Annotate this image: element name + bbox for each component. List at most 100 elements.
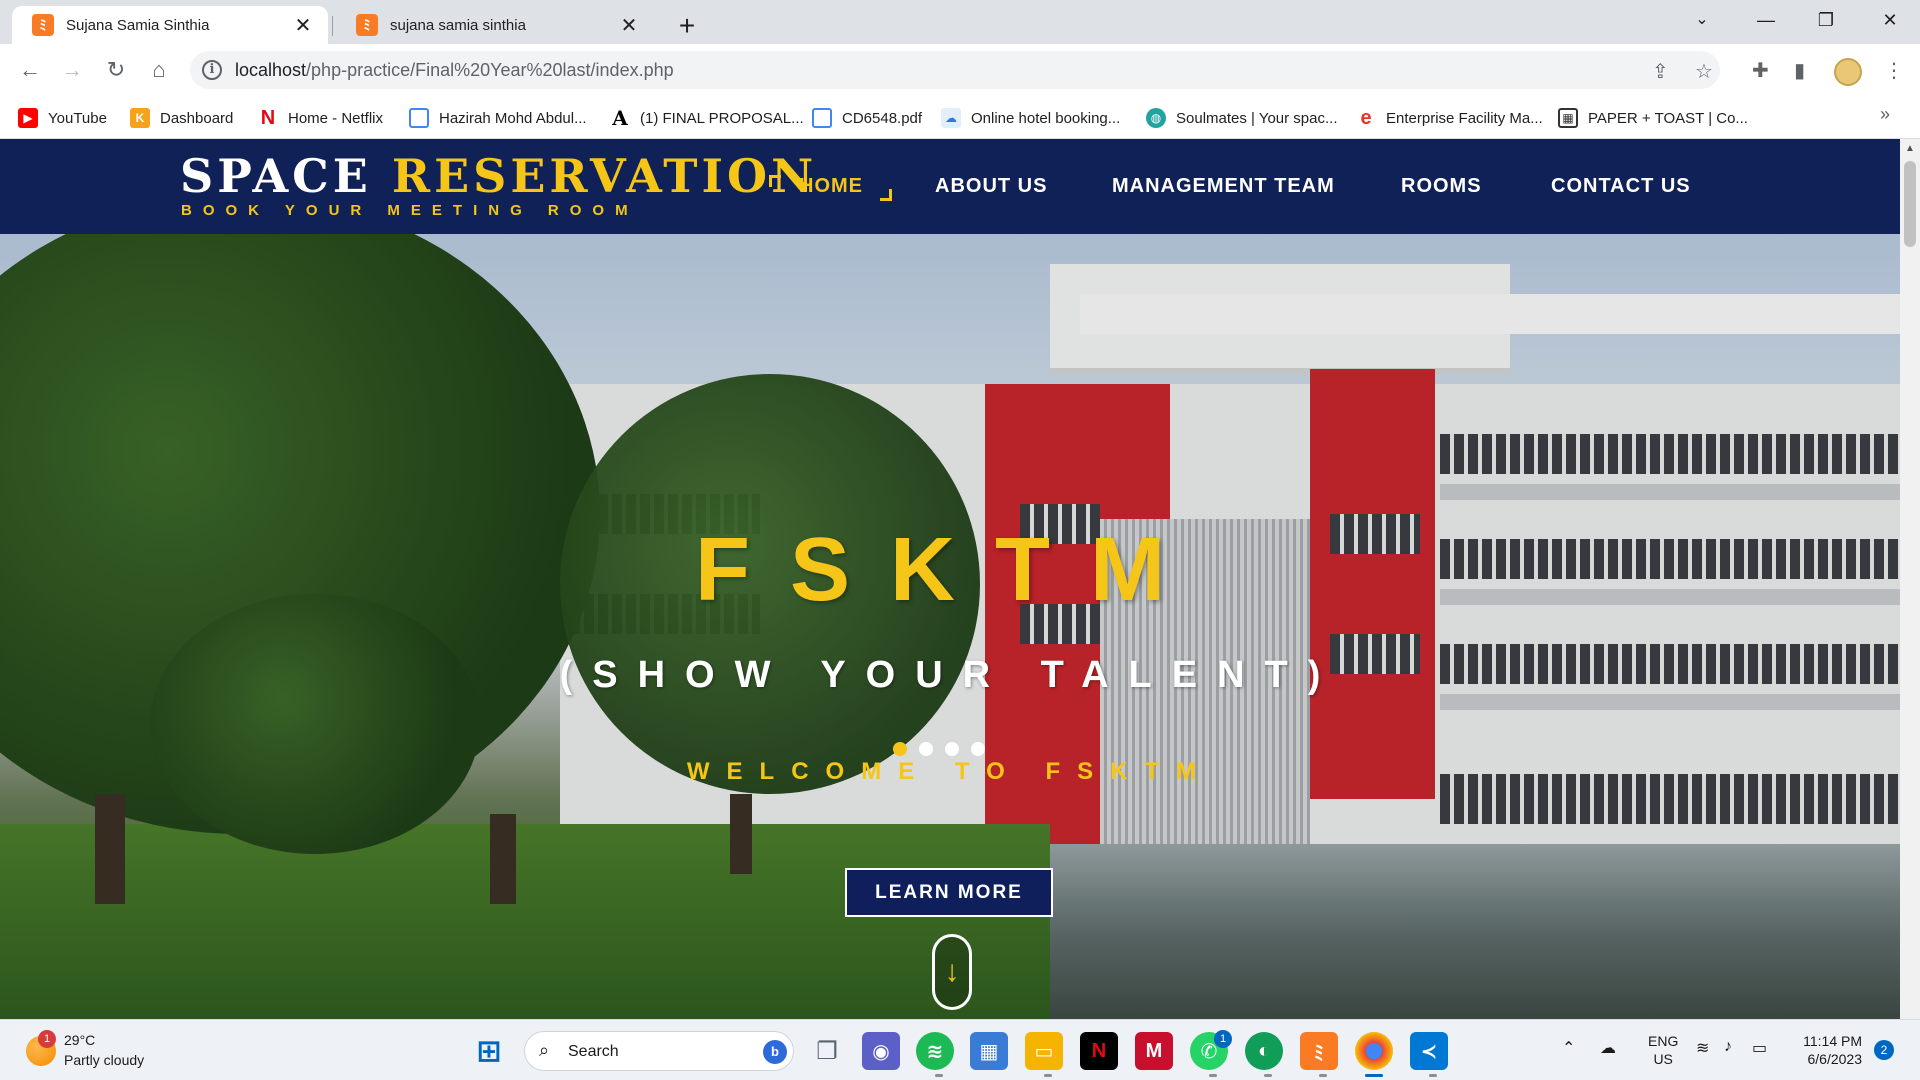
netflix-icon[interactable]: N xyxy=(1080,1032,1118,1070)
a-icon: A xyxy=(612,106,628,130)
weather-condition[interactable]: Partly cloudy xyxy=(64,1052,144,1068)
weather-badge: 1 xyxy=(38,1030,56,1048)
nav-rooms[interactable]: ROOMS xyxy=(1401,175,1482,198)
hero-subtitle: (SHOW YOUR TALENT) xyxy=(559,654,1341,696)
menu-icon[interactable]: ⋮ xyxy=(1884,58,1904,83)
page-viewport: FSKTM (SHOW YOUR TALENT) WELCOME TO FSKT… xyxy=(0,139,1900,1019)
xampp-icon: ﾐ xyxy=(32,14,54,36)
bookmark-hotel-booking[interactable]: ☁ Online hotel booking... xyxy=(941,105,1120,131)
vscode-icon[interactable]: ≺ xyxy=(1410,1032,1448,1070)
grid-icon: ▦ xyxy=(1558,108,1578,128)
tab-title: Sujana Samia Sinthia xyxy=(66,16,210,34)
scroll-up-icon[interactable]: ▲ xyxy=(1905,143,1915,154)
bookmark-cd6548[interactable]: CD6548.pdf xyxy=(812,105,922,131)
bookmark-final-proposal[interactable]: A (1) FINAL PROPOSAL... xyxy=(610,105,803,131)
tab-search-icon[interactable]: ⌄ xyxy=(1672,0,1732,40)
wifi-icon[interactable]: ≋ xyxy=(1696,1038,1709,1058)
carousel-dot[interactable] xyxy=(971,742,985,756)
language-indicator[interactable]: ENG US xyxy=(1648,1032,1678,1068)
bookmark-dashboard[interactable]: K Dashboard xyxy=(130,105,233,131)
bookmark-star-icon[interactable]: ☆ xyxy=(1695,59,1713,84)
doc-icon xyxy=(812,108,832,128)
carousel-dot[interactable] xyxy=(893,742,907,756)
close-window-button[interactable]: ✕ xyxy=(1860,0,1920,40)
nav-home[interactable]: HOME xyxy=(799,175,863,198)
bookmark-soulmates[interactable]: ◍ Soulmates | Your spac... xyxy=(1146,105,1338,131)
youtube-icon: ▶ xyxy=(18,108,38,128)
bookmark-youtube[interactable]: ▶ YouTube xyxy=(18,105,107,131)
search-icon: ⌕ xyxy=(539,1040,550,1060)
hero-title: FSKTM xyxy=(695,520,1205,620)
system-clock[interactable]: 11:14 PM 6/6/2023 xyxy=(1790,1032,1862,1068)
mcafee-icon[interactable]: M xyxy=(1135,1032,1173,1070)
nav-contact-us[interactable]: CONTACT US xyxy=(1551,175,1691,198)
volume-icon[interactable]: ♪ xyxy=(1724,1038,1732,1056)
site-info-icon[interactable]: i xyxy=(202,60,222,80)
doc-icon xyxy=(409,108,429,128)
bookmarks-more-icon[interactable]: » xyxy=(1880,104,1890,125)
carousel-dot[interactable] xyxy=(945,742,959,756)
bookmark-enterprise-facility[interactable]: e Enterprise Facility Ma... xyxy=(1356,105,1542,131)
onedrive-cloud-icon[interactable]: ☁ xyxy=(1600,1038,1616,1058)
netflix-icon: N xyxy=(260,106,276,129)
scroll-down-arrow-icon[interactable]: ↓ xyxy=(932,934,972,1010)
reload-icon[interactable]: ↻ xyxy=(100,54,132,86)
tab-inactive[interactable]: ﾐ sujana samia sinthia ✕ xyxy=(336,6,654,44)
restore-button[interactable]: ❐ xyxy=(1796,0,1856,40)
minimize-button[interactable]: — xyxy=(1736,0,1796,40)
browser-toolbar: ← → ↻ ⌂ i localhost/php-practice/Final%2… xyxy=(0,44,1920,96)
nav-active-bracket xyxy=(880,189,892,201)
edge-dev-icon[interactable]: ◐ xyxy=(1245,1032,1283,1070)
start-icon[interactable]: ⊞ xyxy=(470,1032,508,1070)
taskbar-search[interactable]: ⌕ Search b xyxy=(524,1031,794,1071)
running-indicator xyxy=(1209,1074,1217,1077)
battery-icon[interactable]: ▭ xyxy=(1752,1038,1767,1058)
store-icon[interactable]: ▦ xyxy=(970,1032,1008,1070)
learn-more-button[interactable]: LEARN MORE xyxy=(845,868,1053,917)
forward-icon[interactable]: → xyxy=(56,54,88,86)
tab-strip: ﾐ Sujana Samia Sinthia ✕ ﾐ sujana samia … xyxy=(0,0,1920,44)
teams-chat-icon[interactable]: ◉ xyxy=(862,1032,900,1070)
chrome-icon[interactable] xyxy=(1355,1032,1393,1070)
file-explorer-icon[interactable]: ▭ xyxy=(1025,1032,1063,1070)
site-brand[interactable]: SPACE RESERVATION xyxy=(180,149,817,203)
running-indicator xyxy=(1429,1074,1437,1077)
hero-welcome: WELCOME TO FSKTM xyxy=(686,758,1214,785)
hero-section: FSKTM (SHOW YOUR TALENT) WELCOME TO FSKT… xyxy=(0,234,1900,1019)
cloud-icon: ☁ xyxy=(941,108,961,128)
back-icon[interactable]: ← xyxy=(14,54,46,86)
new-tab-button[interactable]: + xyxy=(670,10,704,44)
close-tab-icon[interactable]: ✕ xyxy=(618,13,640,38)
running-indicator xyxy=(1264,1074,1272,1077)
bookmark-hazirah[interactable]: Hazirah Mohd Abdul... xyxy=(409,105,587,131)
address-bar[interactable]: i localhost/php-practice/Final%20Year%20… xyxy=(190,51,1720,89)
bookmark-paper-toast[interactable]: ▦ PAPER + TOAST | Co... xyxy=(1558,105,1748,131)
extensions-icon[interactable]: ✚ xyxy=(1752,58,1769,83)
task-view-icon[interactable]: ❐ xyxy=(808,1032,846,1070)
bookmark-netflix[interactable]: N Home - Netflix xyxy=(258,105,383,131)
home-icon[interactable]: ⌂ xyxy=(143,54,175,86)
running-indicator xyxy=(1319,1074,1327,1077)
spotify-icon[interactable]: ≋ xyxy=(916,1032,954,1070)
whatsapp-badge: 1 xyxy=(1214,1030,1232,1048)
k-icon: K xyxy=(130,108,150,128)
weather-temp[interactable]: 29°C xyxy=(64,1032,95,1048)
side-panel-icon[interactable]: ▮ xyxy=(1794,58,1805,83)
xampp-icon[interactable]: ﾐ xyxy=(1300,1032,1338,1070)
tray-overflow-icon[interactable]: ⌃ xyxy=(1562,1038,1575,1058)
tab-active[interactable]: ﾐ Sujana Samia Sinthia ✕ xyxy=(12,6,328,44)
share-icon[interactable]: ⇪ xyxy=(1652,59,1669,84)
tab-title: sujana samia sinthia xyxy=(390,16,526,34)
site-header: SPACE RESERVATION BOOK YOUR MEETING ROOM… xyxy=(0,139,1900,234)
search-label: Search xyxy=(568,1043,619,1060)
nav-management-team[interactable]: MANAGEMENT TEAM xyxy=(1112,175,1335,198)
url-text[interactable]: localhost/php-practice/Final%20Year%20la… xyxy=(235,60,674,81)
page-scrollbar[interactable]: ▲ xyxy=(1900,139,1920,1019)
notification-badge[interactable]: 2 xyxy=(1874,1040,1894,1060)
carousel-dot[interactable] xyxy=(919,742,933,756)
profile-avatar[interactable] xyxy=(1834,58,1862,86)
close-tab-icon[interactable]: ✕ xyxy=(292,13,314,38)
bing-icon[interactable]: b xyxy=(763,1040,787,1064)
scrollbar-thumb[interactable] xyxy=(1904,161,1916,247)
nav-about-us[interactable]: ABOUT US xyxy=(935,175,1047,198)
